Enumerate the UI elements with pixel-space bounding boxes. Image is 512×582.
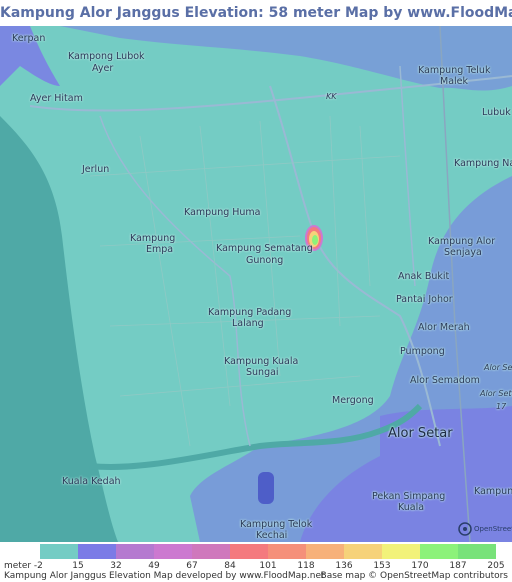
label-kampung-kuala-sungai-2: Sungai [246,367,279,378]
label-kampung-alor-senjaya: Kampung Alor [428,236,496,247]
label-kampung-padang-lalang-2: Lalang [232,318,264,329]
legend-swatch [78,544,116,559]
label-kerpan: Kerpan [12,33,46,44]
legend-tick: 15 [72,561,84,571]
label-alor-setar: Alor Setar [388,426,453,441]
road-east [399,65,416,287]
label-kampung-lubok-ayer-2: Ayer [92,63,114,74]
lake [258,472,274,504]
legend-tick: 84 [224,561,236,571]
legend-tick: 187 [449,561,467,571]
credits-text: Kampung Alor Janggus Elevation Map devel… [4,571,325,581]
legend-swatch [382,544,420,559]
elevation-map[interactable]: Kerpan Kampong Lubok Ayer Ayer Hitam KK … [0,26,512,542]
osm-logo: OpenStreetMap [458,522,512,538]
label-kampung-kuala-sungai: Kampung Kuala [224,356,299,367]
label-pekan-simpang-kuala: Pekan Simpang [372,491,446,502]
legend-unit-label: meter -2 [4,561,43,571]
label-pumpong: Pumpong [400,346,445,357]
elevation-legend: meter -2 15 32 49 67 84 101 118 136 153 170 187 205… [0,542,512,582]
label-kampung-padang-lalang: Kampung Padang [208,307,292,318]
label-kampung-sematang-2: Gunong [246,255,284,266]
legend-swatch [116,544,154,559]
label-kampung-empa-2: Empa [146,244,174,255]
label-anak-bukit: Anak Bukit [398,271,450,282]
label-17: 17 [496,402,507,411]
legend-swatch [306,544,344,559]
label-lubuk: Lubuk [482,107,511,118]
label-kampung-lubok-ayer: Kampong Lubok [68,51,145,62]
basemap-credit: Base map © OpenStreetMap contributors [320,571,508,581]
label-alor-seta: Alor Seta [480,389,512,398]
label-kampung-alor-senjaya-2: Senjaya [444,247,482,258]
legend-swatch [458,544,496,559]
road-west [99,115,251,447]
legend-swatch [154,544,192,559]
osm-logo-text: OpenStreetMap [474,525,512,533]
label-kampung-sematang: Kampung Sematang [216,243,313,254]
label-pantai-johor: Pantai Johor [396,294,453,305]
legend-swatch [230,544,268,559]
legend-tick: 118 [297,561,315,571]
label-kampung-huma: Kampung Huma [184,207,261,218]
legend-tick: 170 [411,561,429,571]
legend-tick: 32 [110,561,122,571]
label-kampung-teluk-malek-2: Malek [440,76,469,87]
label-jerlun: Jerlun [82,164,110,175]
label-kampung-right: Kampung [474,486,512,497]
legend-tick: 205 [487,561,505,571]
legend-swatch [344,544,382,559]
label-pekan-simpang-kuala-2: Kuala [398,502,425,513]
legend-tick: 136 [335,561,353,571]
legend-tick: 101 [259,561,277,571]
label-alor-semadom: Alor Semadom [410,375,480,386]
label-alor-se: Alor Se [484,363,512,372]
legend-swatch [420,544,458,559]
label-kampung-teluk-malek: Kampung Teluk [418,65,491,76]
legend-swatch [268,544,306,559]
label-kk: KK [326,92,337,101]
label-alor-merah: Alor Merah [418,322,470,333]
label-kampung-na: Kampung Na [454,158,512,169]
legend-tick: 67 [186,561,198,571]
label-mergong: Mergong [332,395,374,406]
map-title: Kampung Alor Janggus Elevation: 58 meter… [0,0,512,26]
label-kampung-empa: Kampung [130,233,176,244]
legend-tick: 153 [373,561,391,571]
legend-tick: 49 [148,561,160,571]
label-kuala-kedah: Kuala Kedah [62,476,121,487]
label-ayer-hitam: Ayer Hitam [30,93,83,104]
legend-swatch [40,544,78,559]
label-kampung-telok-kechai-2: Kechai [256,530,288,541]
label-kampung-telok-kechai: Kampung Telok [240,519,313,530]
legend-swatch [192,544,230,559]
